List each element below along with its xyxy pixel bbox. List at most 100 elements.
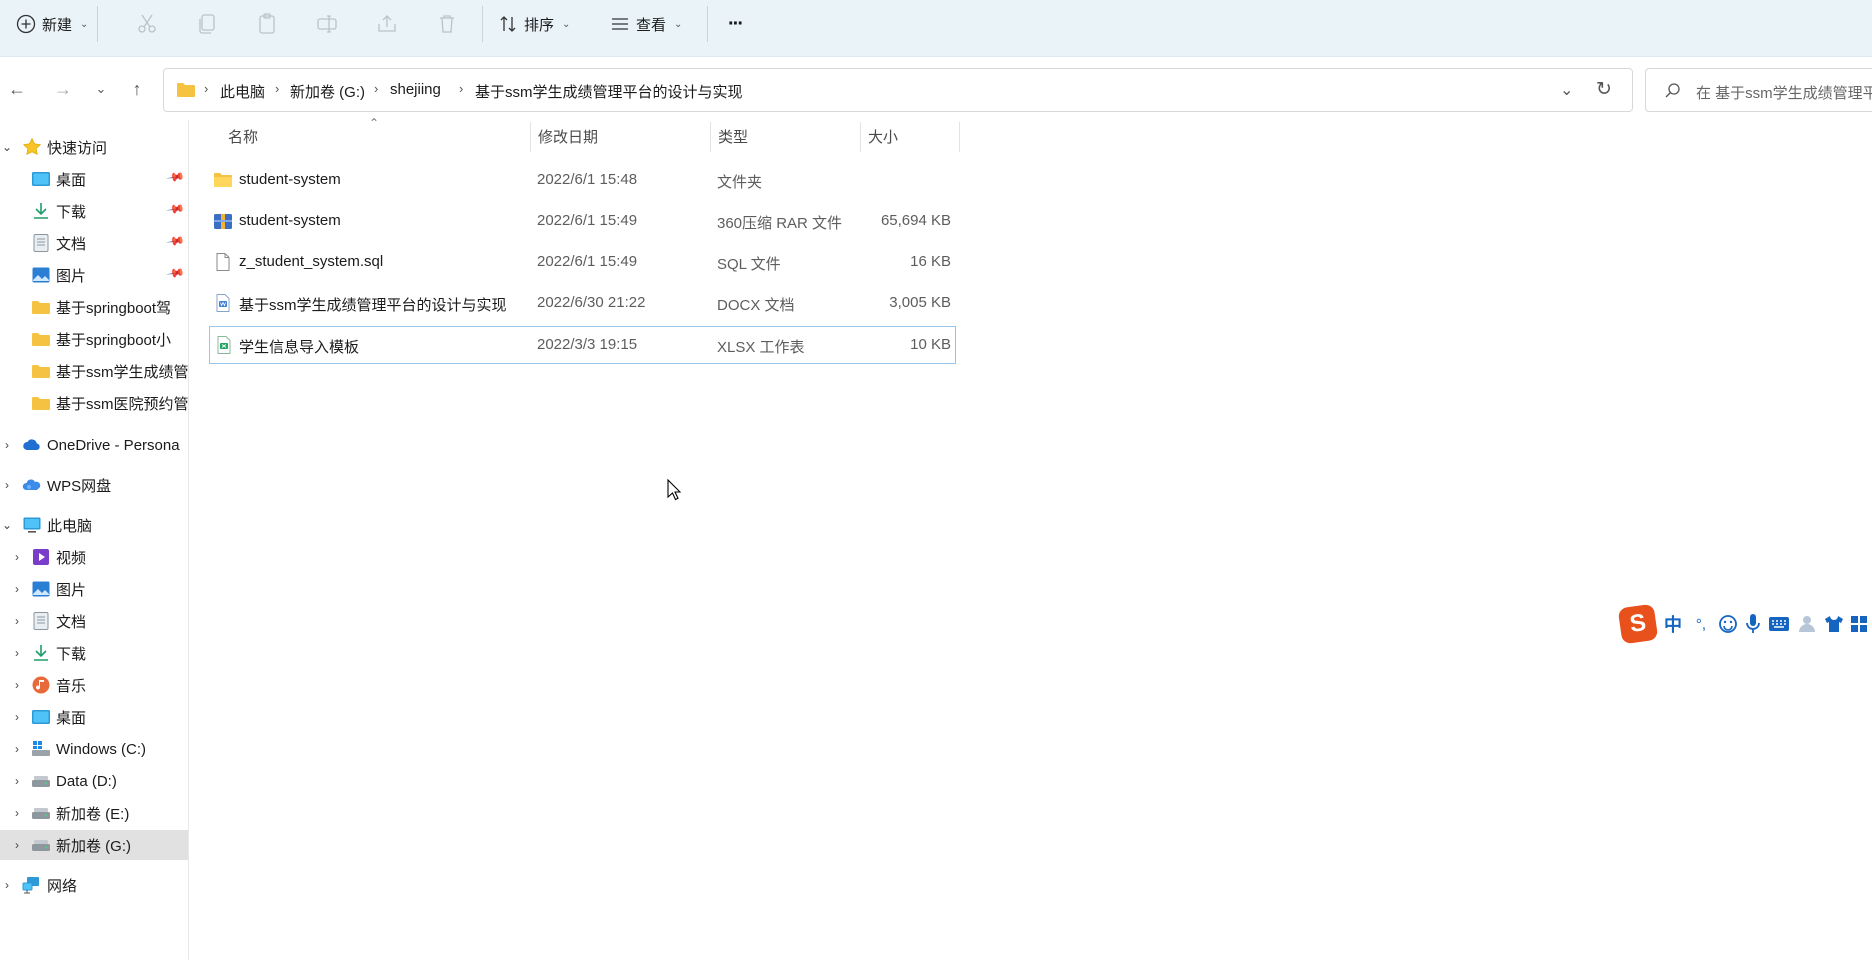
forward-button[interactable]: →	[52, 78, 74, 100]
sidebar-item-label: 新加卷 (G:)	[56, 837, 131, 855]
sidebar-item-quick-access[interactable]: ⌄ 快速访问	[0, 132, 188, 162]
drive-icon	[32, 776, 50, 787]
sidebar-item-music[interactable]: › 音乐	[0, 670, 188, 700]
sidebar-item-network[interactable]: › 网络	[0, 870, 188, 900]
sidebar-item-downloads[interactable]: › 下载	[0, 638, 188, 668]
pictures-icon	[32, 267, 50, 283]
file-row[interactable]: z_student_system.sql 2022/6/1 15:49 SQL …	[209, 244, 956, 282]
more-options-button[interactable]: ···	[728, 8, 744, 40]
column-header-name[interactable]: 名称	[228, 126, 258, 152]
pin-icon[interactable]: 📌	[165, 231, 185, 251]
refresh-icon[interactable]: ↻	[1596, 78, 1612, 101]
column-divider[interactable]	[530, 122, 531, 152]
file-name: z_student_system.sql	[239, 253, 384, 270]
sidebar-item-pictures[interactable]: › 图片	[0, 574, 188, 604]
sidebar-item-label: 下载	[56, 645, 87, 663]
back-button[interactable]: ←	[6, 78, 28, 100]
sidebar-item-desktop[interactable]: › 桌面	[0, 702, 188, 732]
sidebar-item-videos[interactable]: › 视频	[0, 542, 188, 572]
sidebar-item-this-pc[interactable]: ⌄ 此电脑	[0, 510, 188, 540]
shirt-icon[interactable]	[1824, 614, 1844, 634]
column-divider[interactable]	[959, 122, 960, 152]
view-list-icon	[612, 18, 628, 30]
ime-punctuation-toggle[interactable]: °,	[1690, 616, 1712, 633]
sidebar-item-downloads[interactable]: 下载 📌	[0, 196, 188, 226]
toolbar-divider	[707, 6, 708, 42]
sidebar-item-folder[interactable]: 基于ssm学生成绩管	[0, 356, 188, 386]
chevron-down-icon: ⌄	[1, 140, 13, 154]
file-type: DOCX 文档	[717, 297, 795, 314]
rename-icon[interactable]	[315, 12, 339, 36]
view-button[interactable]: 查看 ⌄	[610, 8, 682, 40]
sidebar-item-pictures[interactable]: 图片 📌	[0, 260, 188, 290]
folder-icon	[32, 365, 50, 378]
breadcrumb-separator-icon: ›	[204, 81, 209, 96]
chevron-right-icon: ›	[5, 878, 9, 892]
column-header-size[interactable]: 大小	[868, 126, 898, 152]
column-divider[interactable]	[860, 122, 861, 152]
sidebar-item-folder[interactable]: 基于springboot小	[0, 324, 188, 354]
breadcrumb-item[interactable]: 新加卷 (G:)	[290, 81, 365, 102]
user-icon[interactable]	[1796, 614, 1818, 634]
chevron-right-icon: ›	[5, 438, 9, 452]
breadcrumb-item[interactable]: 此电脑	[220, 81, 265, 102]
sidebar-item-label: 视频	[56, 549, 87, 567]
search-box[interactable]: 在 基于ssm学生成绩管理平	[1645, 68, 1872, 112]
rar-archive-icon	[214, 214, 232, 229]
column-divider[interactable]	[710, 122, 711, 152]
column-header-date[interactable]: 修改日期	[538, 126, 598, 152]
cloud-icon	[23, 439, 40, 450]
sidebar-item-drive-g[interactable]: › 新加卷 (G:)	[0, 830, 188, 860]
ime-mode-toggle[interactable]: 中	[1662, 611, 1684, 637]
pin-icon[interactable]: 📌	[165, 167, 185, 187]
new-button[interactable]: 新建 ⌄	[16, 8, 88, 40]
file-row[interactable]: student-system 2022/6/1 15:48 文件夹	[209, 162, 956, 200]
chevron-right-icon: ›	[15, 614, 19, 628]
file-row[interactable]: 基于ssm学生成绩管理平台的设计与实现 2022/6/30 21:22 DOCX…	[209, 285, 956, 323]
delete-icon[interactable]	[435, 12, 459, 36]
file-date: 2022/3/3 19:15	[537, 336, 638, 353]
sidebar-item-documents[interactable]: 文档 📌	[0, 228, 188, 258]
file-name: student-system	[239, 171, 341, 188]
sql-file-icon	[216, 253, 230, 271]
file-row[interactable]: student-system 2022/6/1 15:49 360压缩 RAR …	[209, 203, 956, 241]
address-history-button[interactable]: ⌄	[1560, 80, 1573, 100]
copy-icon[interactable]	[195, 12, 219, 36]
folder-icon	[32, 301, 50, 314]
navigation-pane: ⌄ 快速访问 桌面 📌 下载 📌 文档 📌 图片 📌 基于springboot驾…	[0, 130, 188, 960]
sidebar-item-onedrive[interactable]: › OneDrive - Persona	[0, 430, 188, 460]
sidebar-item-drive-d[interactable]: › Data (D:)	[0, 766, 188, 796]
grid-icon[interactable]	[1850, 615, 1868, 633]
sidebar-item-documents[interactable]: › 文档	[0, 606, 188, 636]
sidebar-item-folder[interactable]: 基于ssm医院预约管	[0, 388, 188, 418]
address-bar[interactable]: › 此电脑 › 新加卷 (G:) › shejiing › 基于ssm学生成绩管…	[163, 68, 1633, 112]
desktop-icon	[32, 172, 50, 186]
sidebar-item-drive-c[interactable]: › Windows (C:)	[0, 734, 188, 764]
file-name: 学生信息导入模板	[239, 339, 360, 356]
sogou-logo-icon[interactable]: S	[1617, 603, 1659, 645]
cut-icon[interactable]	[135, 12, 159, 36]
pin-icon[interactable]: 📌	[165, 263, 185, 283]
sidebar-item-folder[interactable]: 基于springboot驾	[0, 292, 188, 322]
file-type: 360压缩 RAR 文件	[717, 215, 843, 232]
keyboard-icon[interactable]	[1768, 615, 1790, 633]
chevron-down-icon: ⌄	[562, 18, 571, 30]
sidebar-item-wps[interactable]: › WPS网盘	[0, 470, 188, 500]
emoji-icon[interactable]	[1718, 614, 1738, 634]
paste-icon[interactable]	[255, 12, 279, 36]
document-icon	[33, 612, 49, 630]
sort-button[interactable]: 排序 ⌄	[498, 8, 570, 40]
sidebar-item-drive-e[interactable]: › 新加卷 (E:)	[0, 798, 188, 828]
search-icon	[1665, 83, 1680, 98]
up-button[interactable]: ↑	[126, 78, 148, 100]
pin-icon[interactable]: 📌	[165, 199, 185, 219]
recent-locations-button[interactable]: ⌄	[90, 78, 112, 100]
file-row-selected[interactable]: 学生信息导入模板 2022/3/3 19:15 XLSX 工作表 10 KB	[209, 326, 956, 364]
breadcrumb-item[interactable]: 基于ssm学生成绩管理平台的设计与实现	[475, 81, 743, 102]
mic-icon[interactable]	[1744, 613, 1762, 635]
breadcrumb-item[interactable]: shejiing	[390, 81, 441, 98]
column-header-type[interactable]: 类型	[718, 126, 748, 152]
sidebar-item-desktop[interactable]: 桌面 📌	[0, 164, 188, 194]
share-icon[interactable]	[375, 12, 399, 36]
pane-divider[interactable]	[188, 120, 189, 960]
